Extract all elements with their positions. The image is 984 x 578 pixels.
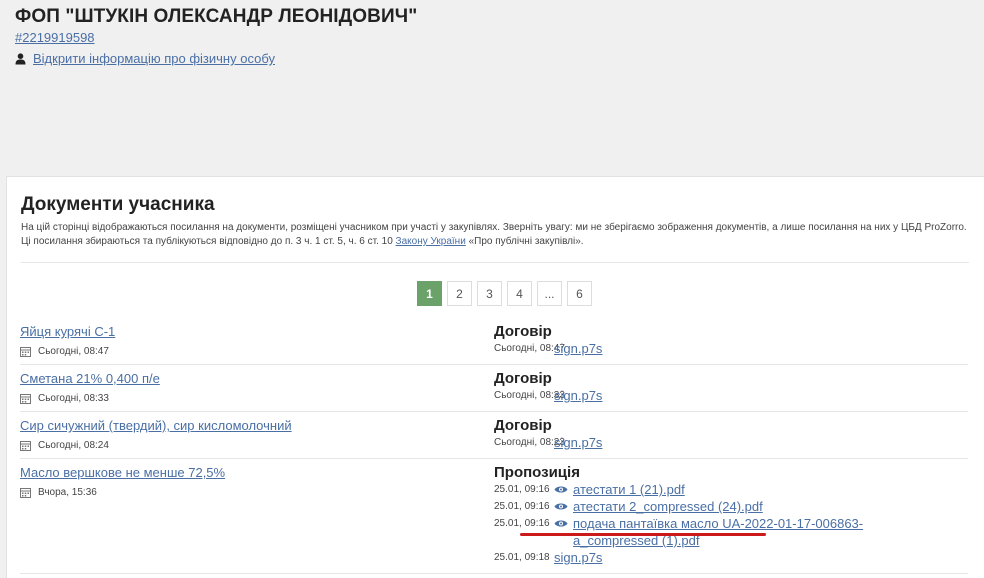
item-date: Сьогодні, 08:24 xyxy=(20,440,490,451)
calendar-icon xyxy=(20,488,31,498)
list-item: Масло вершкове не менше 72,5% Вчора, 15:… xyxy=(20,459,968,574)
file-link[interactable]: sign.p7s xyxy=(554,549,602,566)
eye-icon[interactable] xyxy=(554,502,568,511)
pagination: 1 2 3 4 ... 6 xyxy=(417,281,597,306)
calendar-icon xyxy=(20,394,31,404)
calendar-icon xyxy=(20,441,31,451)
file-link[interactable]: атестати 2_compressed (24).pdf xyxy=(573,498,763,515)
doc-info: Договір Сьогодні, 08:33 sign.p7s xyxy=(494,370,964,404)
item-date-text: Сьогодні, 08:47 xyxy=(38,346,109,357)
user-icon xyxy=(15,52,26,64)
doc-info: Договір Сьогодні, 08:23 sign.p7s xyxy=(494,417,964,451)
doc-file: 25.01, 09:18 sign.p7s xyxy=(494,549,964,566)
person-info-row: Відкрити інформацію про фізичну особу xyxy=(15,51,417,66)
item-info: Сметана 21% 0,400 п/е Сьогодні, 08:33 xyxy=(20,370,490,404)
page-button-1[interactable]: 1 xyxy=(417,281,442,306)
law-link[interactable]: Закону України xyxy=(396,236,466,247)
item-link[interactable]: Сметана 21% 0,400 п/е xyxy=(20,371,160,386)
page-button-2[interactable]: 2 xyxy=(447,281,472,306)
file-link[interactable]: подача пантаївка масло UA-2022-01-17-006… xyxy=(573,515,893,549)
doc-file: 25.01, 09:16 атестати 1 (21).pdf xyxy=(494,481,964,498)
doc-info: Договір Сьогодні, 08:47 sign.p7s xyxy=(494,323,964,357)
doc-type: Договір xyxy=(494,323,552,340)
person-info-link[interactable]: Відкрити інформацію про фізичну особу xyxy=(33,51,275,66)
file-link[interactable]: атестати 1 (21).pdf xyxy=(573,481,685,498)
doc-file: Сьогодні, 08:23 sign.p7s xyxy=(494,434,964,451)
file-time: 25.01, 09:16 xyxy=(494,518,550,529)
file-time: Сьогодні, 08:33 xyxy=(494,390,565,401)
item-date-text: Сьогодні, 08:24 xyxy=(38,440,109,451)
item-info: Яйця курячі С-1 Сьогодні, 08:47 xyxy=(20,323,490,357)
file-time: Сьогодні, 08:47 xyxy=(494,343,565,354)
participant-header: ФОП "ШТУКІН ОЛЕКСАНДР ЛЕОНІДОВИЧ" #22199… xyxy=(15,6,417,66)
file-time: 25.01, 09:16 xyxy=(494,501,550,512)
documents-description: На цій сторінці відображаються посилання… xyxy=(21,221,971,249)
file-link[interactable]: sign.p7s xyxy=(554,387,602,404)
eye-icon[interactable] xyxy=(554,485,568,494)
item-info: Сир сичужний (твердий), сир кисломолочни… xyxy=(20,417,490,451)
item-date: Сьогодні, 08:47 xyxy=(20,346,490,357)
list-item: Яйця курячі С-1 Сьогодні, 08:47 Договір … xyxy=(20,318,968,365)
list-item: Сметана 21% 0,400 п/е Сьогодні, 08:33 До… xyxy=(20,365,968,412)
item-date: Вчора, 15:36 xyxy=(20,487,490,498)
calendar-icon xyxy=(20,347,31,357)
doc-type: Пропозиція xyxy=(494,464,580,481)
page-button-6[interactable]: 6 xyxy=(567,281,592,306)
item-date-text: Вчора, 15:36 xyxy=(38,487,97,498)
item-date: Сьогодні, 08:33 xyxy=(20,393,490,404)
description-text-end: «Про публічні закупівлі». xyxy=(465,236,584,247)
doc-type: Договір xyxy=(494,370,552,387)
doc-file: Сьогодні, 08:33 sign.p7s xyxy=(494,387,964,404)
item-link[interactable]: Сир сичужний (твердий), сир кисломолочни… xyxy=(20,418,292,433)
item-link[interactable]: Яйця курячі С-1 xyxy=(20,324,115,339)
item-date-text: Сьогодні, 08:33 xyxy=(38,393,109,404)
list-item: Сир сичужний (твердий), сир кисломолочни… xyxy=(20,412,968,459)
file-link[interactable]: sign.p7s xyxy=(554,434,602,451)
documents-list: Яйця курячі С-1 Сьогодні, 08:47 Договір … xyxy=(20,318,968,574)
participant-name: ФОП "ШТУКІН ОЛЕКСАНДР ЛЕОНІДОВИЧ" xyxy=(15,6,418,27)
doc-file: Сьогодні, 08:47 sign.p7s xyxy=(494,340,964,357)
page-button-4[interactable]: 4 xyxy=(507,281,532,306)
page-ellipsis: ... xyxy=(537,281,562,306)
item-info: Масло вершкове не менше 72,5% Вчора, 15:… xyxy=(20,464,490,498)
documents-title: Документи учасника xyxy=(21,194,215,215)
doc-type: Договір xyxy=(494,417,552,434)
page-button-3[interactable]: 3 xyxy=(477,281,502,306)
participant-code-link[interactable]: #2219919598 xyxy=(15,30,417,45)
file-link[interactable]: sign.p7s xyxy=(554,340,602,357)
eye-icon[interactable] xyxy=(554,519,568,528)
file-time: 25.01, 09:16 xyxy=(494,484,550,495)
doc-file: 25.01, 09:16 атестати 2_compressed (24).… xyxy=(494,498,964,515)
item-link[interactable]: Масло вершкове не менше 72,5% xyxy=(20,465,225,480)
doc-info: Пропозиція 25.01, 09:16 атестати 1 (21).… xyxy=(494,464,964,566)
divider xyxy=(21,262,969,263)
file-time: Сьогодні, 08:23 xyxy=(494,437,565,448)
highlight-underline xyxy=(520,533,766,536)
doc-file: 25.01, 09:16 подача пантаївка масло UA-2… xyxy=(494,515,964,549)
file-time: 25.01, 09:18 xyxy=(494,552,550,563)
